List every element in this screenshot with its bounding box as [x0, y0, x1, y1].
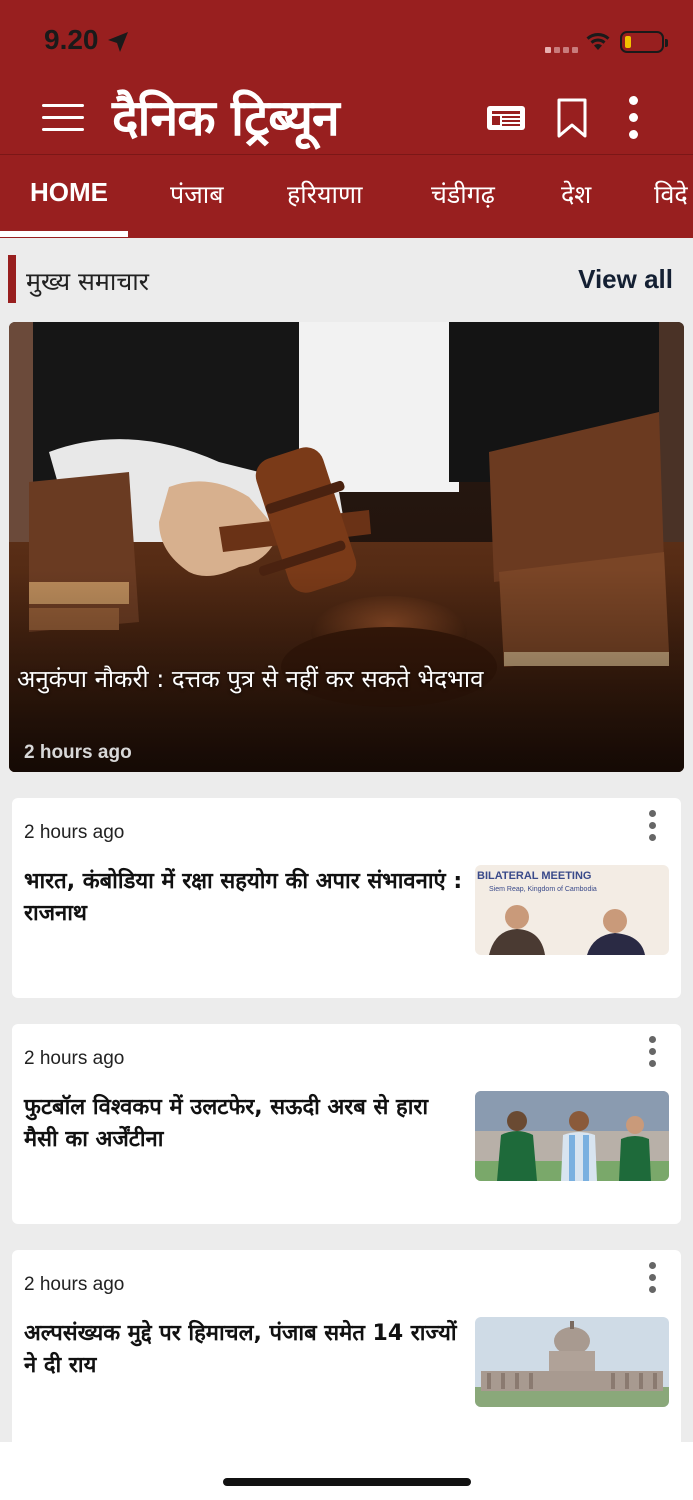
newspaper-icon[interactable] [486, 102, 526, 134]
article-card[interactable]: 2 hours ago भारत, कंबोडिया में रक्षा सहय… [12, 798, 681, 998]
tab-home[interactable]: HOME [30, 177, 108, 208]
battery-icon [620, 31, 668, 53]
thumbnail-subcaption: Siem Reap, Kingdom of Cambodia [489, 886, 597, 893]
article-title: अल्पसंख्यक मुद्दे पर हिमाचल, पंजाब समेत … [24, 1321, 457, 1378]
location-arrow-icon [108, 32, 128, 52]
tab-chandigarh[interactable]: चंडीगढ़ [431, 177, 495, 211]
tab-haryana[interactable]: हरियाणा [287, 177, 363, 211]
hero-article[interactable]: अनुकंपा नौकरी : दत्तक पुत्र से नहीं कर स… [9, 322, 684, 772]
app-header: 9.20 दैनिक ट्रिब्यून HOME पंजाब हरियाणा … [0, 0, 693, 238]
hero-timestamp: 2 hours ago [24, 742, 132, 763]
more-vertical-icon[interactable] [645, 810, 661, 844]
home-indicator[interactable] [223, 1478, 471, 1486]
article-card[interactable]: 2 hours ago फुटबॉल विश्वकप में उलटफेर, स… [12, 1024, 681, 1224]
category-tabs: HOME पंजाब हरियाणा चंडीगढ़ देश विदे [0, 155, 693, 238]
hero-title: अनुकंपा नौकरी : दत्तक पुत्र से नहीं कर स… [17, 665, 484, 693]
article-card[interactable]: 2 hours ago अल्पसंख्यक मुद्दे पर हिमाचल,… [12, 1250, 681, 1450]
article-timestamp: 2 hours ago [24, 1274, 125, 1295]
section-title: मुख्य समाचार [26, 267, 149, 296]
view-all-link[interactable]: View all [578, 264, 673, 295]
top-app-bar: दैनिक ट्रिब्यून [0, 80, 693, 154]
article-timestamp: 2 hours ago [24, 822, 125, 843]
wifi-icon [586, 33, 610, 50]
status-time: 9.20 [44, 24, 99, 55]
tab-punjab[interactable]: पंजाब [170, 177, 224, 211]
article-thumbnail: BILATERAL MEETING Siem Reap, Kingdom of … [475, 865, 669, 955]
article-title: फुटबॉल विश्वकप में उलटफेर, सऊदी अरब से ह… [24, 1095, 429, 1152]
section-accent-bar [8, 255, 16, 303]
article-thumbnail [475, 1317, 669, 1407]
tab-videsh[interactable]: विदे [654, 177, 688, 211]
app-logo: दैनिक ट्रिब्यून [112, 88, 340, 147]
bottom-safe-area [0, 1442, 693, 1500]
hero-image [9, 322, 684, 772]
more-vertical-icon[interactable] [624, 96, 644, 140]
article-timestamp: 2 hours ago [24, 1048, 125, 1069]
bookmark-icon[interactable] [556, 98, 588, 138]
status-bar: 9.20 [0, 0, 693, 80]
active-tab-indicator [0, 231, 128, 237]
article-title: भारत, कंबोडिया में रक्षा सहयोग की अपार स… [24, 869, 463, 926]
more-vertical-icon[interactable] [645, 1036, 661, 1070]
hamburger-menu-icon[interactable] [42, 104, 84, 132]
thumbnail-caption: BILATERAL MEETING [477, 870, 591, 882]
cellular-signal-icon [545, 41, 579, 53]
tab-desh[interactable]: देश [561, 177, 591, 211]
article-thumbnail [475, 1091, 669, 1181]
more-vertical-icon[interactable] [645, 1262, 661, 1296]
